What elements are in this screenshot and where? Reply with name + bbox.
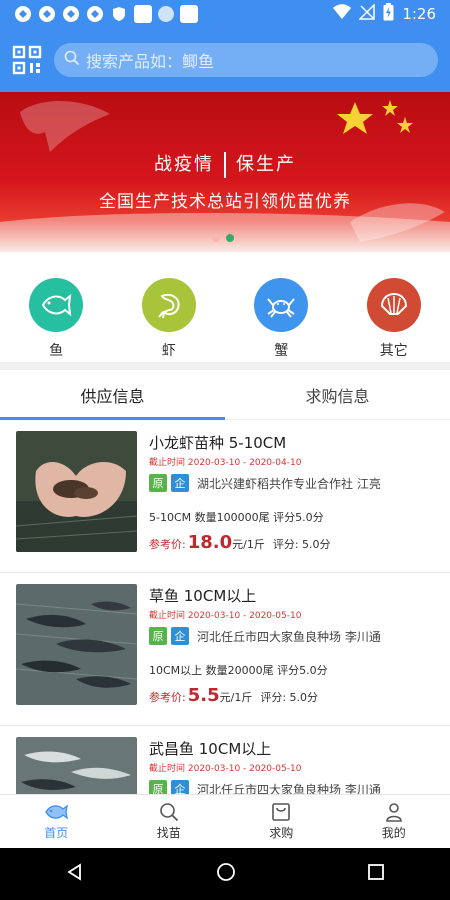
info-tabs: 供应信息 求购信息 <box>0 370 450 420</box>
clock-time: 1:26 <box>402 5 436 23</box>
price-label: 参考价: <box>149 691 186 704</box>
list-item[interactable]: 草鱼 10CM以上 截止时间 2020-03-10 - 2020-05-10 原… <box>0 573 450 726</box>
app-notification-icon <box>14 5 32 23</box>
section-divider <box>0 362 450 370</box>
enterprise-badge: 企 <box>171 627 189 645</box>
home-icon[interactable] <box>216 862 236 886</box>
product-title: 草鱼 10CM以上 <box>149 587 257 605</box>
price-value: 18.0 <box>187 532 233 553</box>
nav-find-fry[interactable]: 找苗 <box>113 795 226 848</box>
product-title: 武昌鱼 10CM以上 <box>149 740 272 758</box>
score-text: 评分: 5.0分 <box>272 538 331 551</box>
seller-name: 河北任丘市四大家鱼良种场 李川通 <box>197 629 381 644</box>
banner-headline: 战疫情 保生产 <box>0 150 450 178</box>
banner-text-right: 保生产 <box>236 154 296 175</box>
search-input[interactable]: 搜索产品如：鲫鱼 <box>54 43 438 77</box>
nav-mine[interactable]: 我的 <box>338 795 450 848</box>
category-shrimp[interactable]: 虾 <box>113 262 226 366</box>
user-icon <box>385 803 402 822</box>
shrimp-icon <box>141 278 196 332</box>
app-notification-icon <box>158 6 174 22</box>
price-row: 参考价: 5.5 元/1斤 评分: 5.0分 <box>149 685 318 706</box>
nav-purchase[interactable]: 求购 <box>225 795 338 848</box>
origin-badge: 原 <box>149 780 167 794</box>
nav-label: 首页 <box>44 826 69 840</box>
app-notification-icon <box>134 5 152 23</box>
seller-name: 湖北兴建虾稻共作专业合作社 江亮 <box>197 476 381 491</box>
nav-home[interactable]: 首页 <box>0 795 113 848</box>
product-list: 小龙虾苗种 5-10CM 截止时间 2020-03-10 - 2020-04-1… <box>0 420 450 794</box>
app-notification-icon <box>180 5 198 23</box>
category-fish[interactable]: 鱼 <box>0 262 113 366</box>
seller-name: 河北任丘市四大家鱼良种场 李川通 <box>197 782 381 795</box>
category-crab[interactable]: 蟹 <box>225 262 338 366</box>
bottom-tab-bar: 首页 找苗 求购 我的 <box>0 794 450 848</box>
no-signal-icon <box>358 3 376 24</box>
origin-badge: 原 <box>149 474 167 492</box>
seller-row: 原 企 湖北兴建虾稻共作专业合作社 江亮 <box>149 474 439 492</box>
enterprise-badge: 企 <box>171 474 189 492</box>
deadline-text: 截止时间 2020-03-10 - 2020-05-10 <box>149 611 302 621</box>
crab-icon <box>254 278 309 332</box>
status-bar: 1:26 <box>0 0 450 28</box>
search-icon <box>159 803 178 822</box>
price-unit: 元/1斤 <box>232 538 265 551</box>
nav-label: 找苗 <box>156 826 181 840</box>
category-row: 鱼 虾 蟹 其它 <box>0 262 450 366</box>
search-placeholder: 搜索产品如：鲫鱼 <box>86 52 215 71</box>
category-label: 其它 <box>379 343 408 359</box>
app-notification-icon <box>62 5 80 23</box>
carousel-indicator <box>212 234 234 242</box>
back-icon[interactable] <box>65 862 85 886</box>
tab-demand[interactable]: 求购信息 <box>225 370 450 419</box>
system-navigation-bar <box>0 848 450 900</box>
nav-label: 求购 <box>269 826 294 840</box>
score-text: 评分: 5.0分 <box>260 691 319 704</box>
app-notification-icon <box>86 5 104 23</box>
app-screen: 1:26 搜索产品如：鲫鱼 战疫情 保生产 全国生产技术总站引领优苗优养 鱼 虾… <box>0 0 450 900</box>
app-notification-icon <box>38 5 56 23</box>
price-label: 参考价: <box>149 538 186 551</box>
product-image <box>16 737 137 794</box>
product-image <box>16 584 137 705</box>
carousel-dot[interactable] <box>212 234 220 242</box>
tab-supply[interactable]: 供应信息 <box>0 370 225 420</box>
top-header: 搜索产品如：鲫鱼 <box>0 28 450 92</box>
banner-text-left: 战疫情 <box>154 154 214 175</box>
promo-banner[interactable]: 战疫情 保生产 全国生产技术总站引领优苗优养 <box>0 92 450 252</box>
category-label: 虾 <box>161 343 176 359</box>
enterprise-badge: 企 <box>171 780 189 794</box>
qr-scan-icon[interactable] <box>12 45 42 75</box>
battery-charging-icon <box>383 3 394 25</box>
seller-row: 原 企 河北任丘市四大家鱼良种场 李川通 <box>149 627 439 645</box>
product-title: 小龙虾苗种 5-10CM <box>149 434 287 452</box>
product-specs: 10CM以上 数量20000尾 评分5.0分 <box>149 664 328 677</box>
product-image <box>16 431 137 552</box>
origin-badge: 原 <box>149 627 167 645</box>
category-label: 鱼 <box>49 343 64 359</box>
recents-icon[interactable] <box>367 863 385 885</box>
nav-label: 我的 <box>381 826 406 840</box>
product-specs: 5-10CM 数量100000尾 评分5.0分 <box>149 511 324 524</box>
category-label: 蟹 <box>274 343 289 359</box>
list-item[interactable]: 小龙虾苗种 5-10CM 截止时间 2020-03-10 - 2020-04-1… <box>0 420 450 573</box>
price-unit: 元/1斤 <box>219 691 253 704</box>
carousel-dot-active[interactable] <box>226 234 234 242</box>
category-other[interactable]: 其它 <box>338 262 450 366</box>
bag-icon <box>272 803 291 821</box>
home-fish-icon <box>45 804 69 820</box>
list-item[interactable]: 武昌鱼 10CM以上 截止时间 2020-03-10 - 2020-05-10 … <box>0 726 450 794</box>
fish-icon <box>29 278 84 332</box>
banner-divider <box>224 152 226 178</box>
price-value: 5.5 <box>187 685 220 706</box>
banner-subtitle: 全国生产技术总站引领优苗优养 <box>99 192 351 212</box>
shield-icon <box>110 5 128 23</box>
price-row: 参考价: 18.0 元/1斤 评分: 5.0分 <box>149 532 331 553</box>
search-icon <box>64 50 80 70</box>
seller-row: 原 企 河北任丘市四大家鱼良种场 李川通 <box>149 780 439 794</box>
deadline-text: 截止时间 2020-03-10 - 2020-04-10 <box>149 458 302 468</box>
shell-icon <box>366 278 421 332</box>
wifi-icon <box>333 4 352 24</box>
deadline-text: 截止时间 2020-03-10 - 2020-05-10 <box>149 764 302 774</box>
